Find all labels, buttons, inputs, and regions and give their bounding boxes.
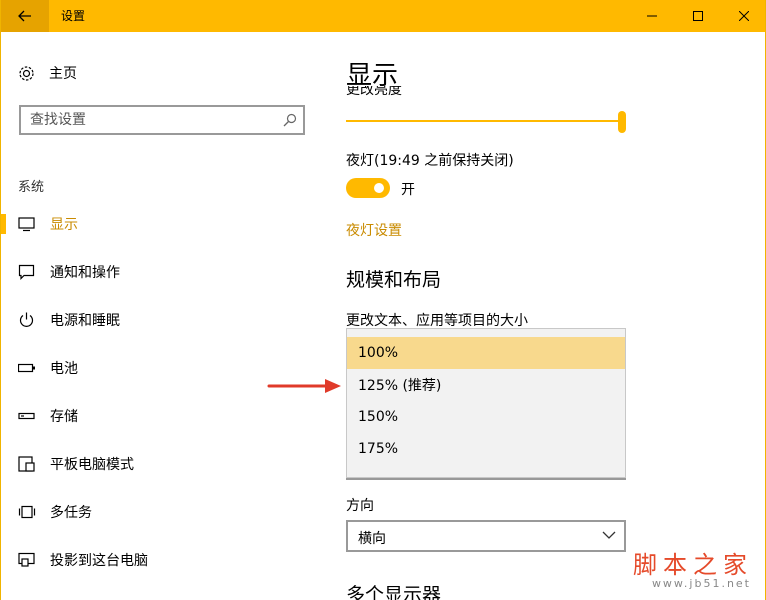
back-arrow-icon (18, 10, 31, 22)
back-button[interactable] (1, 0, 49, 32)
watermark-logo: 脚本之家 www.jb51.net (631, 545, 761, 595)
sidebar-item-notifications[interactable]: 通知和操作 (1, 248, 321, 296)
toggle-knob (374, 183, 384, 193)
multitask-icon (18, 505, 36, 519)
close-button[interactable] (721, 0, 765, 32)
scale-option-175[interactable]: 175% (347, 433, 625, 465)
brightness-slider-thumb[interactable] (618, 111, 626, 133)
scale-dropdown-list: 100% 125% (推荐) 150% 175% (346, 328, 626, 478)
chat-icon (18, 264, 35, 280)
night-light-settings-link[interactable]: 夜灯设置 (346, 220, 402, 240)
section-label-system: 系统 (18, 180, 45, 195)
tablet-icon (18, 456, 35, 472)
watermark-text: 脚本之家 (633, 551, 753, 579)
sidebar-item-multitasking[interactable]: 多任务 (1, 488, 321, 536)
sidebar-home[interactable]: 主页 (18, 63, 77, 83)
sidebar-item-label: 平板电脑模式 (50, 457, 134, 473)
storage-icon (18, 412, 35, 420)
sidebar-item-label: 投影到这台电脑 (50, 553, 148, 569)
option-text: 150% (358, 409, 399, 425)
sidebar-item-power[interactable]: 电源和睡眠 (1, 296, 321, 344)
sidebar-item-label: 存储 (50, 409, 78, 425)
option-text: 100% (358, 345, 399, 361)
sidebar-item-label: 显示 (50, 217, 78, 233)
window-title: 设置 (61, 9, 86, 23)
multiple-displays-heading: 多个显示器 (346, 584, 442, 600)
project-icon (18, 552, 35, 567)
scale-label: 更改文本、应用等项目的大小 (346, 313, 528, 329)
sidebar-item-label: 多任务 (50, 505, 92, 521)
scale-option-150[interactable]: 150% (347, 401, 625, 433)
active-indicator (1, 214, 6, 234)
night-light-toggle[interactable] (346, 178, 390, 198)
close-icon (739, 11, 749, 21)
toggle-state-text: 开 (401, 182, 415, 198)
search-input[interactable] (30, 111, 270, 129)
scale-layout-heading: 规模和布局 (346, 269, 442, 291)
settings-window: 设置 主页 系统 显示 通知和操作 电源和睡眠 电池 存储 (0, 0, 766, 600)
brightness-slider-track[interactable] (346, 120, 622, 122)
title-bar: 设置 (1, 0, 765, 32)
option-text: 175% (358, 441, 399, 457)
sidebar-item-label: 通知和操作 (50, 265, 120, 281)
sidebar-item-storage[interactable]: 存储 (1, 392, 321, 440)
brightness-label: 更改亮度 (346, 86, 402, 98)
maximize-button[interactable] (675, 0, 721, 32)
scale-option-125[interactable]: 125% (推荐) (347, 369, 625, 401)
scale-option-100[interactable]: 100% (347, 337, 625, 369)
minimize-button[interactable] (629, 0, 675, 32)
sidebar-item-display[interactable]: 显示 (1, 200, 321, 248)
sidebar-item-project[interactable]: 投影到这台电脑 (1, 536, 321, 584)
search-box[interactable] (19, 105, 305, 135)
orientation-value: 横向 (358, 531, 386, 547)
option-text: 125% (推荐) (358, 378, 442, 394)
battery-icon (18, 363, 35, 373)
monitor-icon (18, 217, 35, 232)
search-icon (283, 113, 297, 127)
orientation-label: 方向 (346, 498, 374, 514)
watermark-url: www.jb51.net (651, 577, 751, 590)
sidebar-item-tablet[interactable]: 平板电脑模式 (1, 440, 321, 488)
gear-icon (19, 65, 34, 81)
home-label: 主页 (49, 66, 77, 82)
sidebar-item-label: 电池 (50, 361, 78, 377)
minimize-icon (647, 15, 657, 17)
power-icon (19, 312, 34, 327)
maximize-icon (693, 11, 703, 21)
chevron-down-icon (602, 531, 616, 539)
night-light-label: 夜灯(19:49 之前保持关闭) (346, 153, 514, 169)
sidebar-item-label: 电源和睡眠 (50, 313, 120, 329)
annotation-arrow-icon (267, 379, 341, 393)
orientation-select[interactable]: 横向 (346, 520, 626, 552)
